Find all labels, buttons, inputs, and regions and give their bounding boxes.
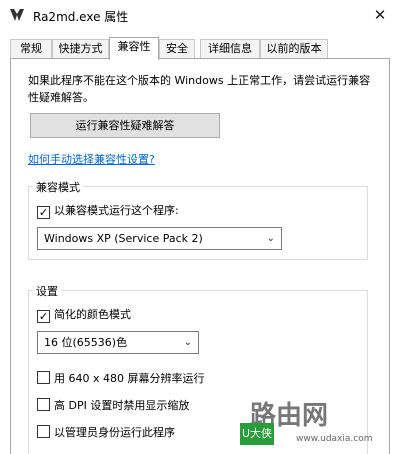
checkbox-check-icon: ✓ — [37, 206, 50, 219]
window-title: Ra2md.exe 属性 — [33, 10, 129, 24]
resolution-640-label: 用 640 x 480 屏幕分辨率运行 — [54, 372, 205, 385]
tab-general[interactable]: 常规 — [10, 39, 52, 59]
tab-strip: 常规 快捷方式 兼容性 安全 详细信息 以前的版本 — [10, 37, 390, 60]
tab-details[interactable]: 详细信息 — [200, 39, 260, 59]
intro-text: 如果此程序不能在这个版本的 Windows 上正常工作，请尝试运行兼容性疑难解答… — [28, 74, 371, 104]
os-version-select[interactable]: Windows XP (Service Pack 2) ⌄ — [37, 227, 282, 250]
watermark-logo: U大侠 — [240, 423, 274, 445]
chevron-down-icon: ⌄ — [183, 337, 192, 348]
compat-mode-checkbox[interactable]: ✓ 以兼容模式运行这个程序: — [37, 202, 179, 219]
checkbox-check-icon: ✓ — [37, 310, 50, 323]
color-depth-select[interactable]: 16 位(65536)色 ⌄ — [37, 331, 199, 354]
reduced-color-checkbox[interactable]: ✓ 简化的颜色模式 — [37, 306, 131, 323]
tab-shortcut[interactable]: 快捷方式 — [52, 39, 109, 59]
high-dpi-label: 高 DPI 设置时禁用显示缩放 — [54, 399, 190, 412]
resolution-640-checkbox[interactable]: 用 640 x 480 屏幕分辨率运行 — [37, 370, 205, 386]
reduced-color-label: 简化的颜色模式 — [54, 308, 131, 321]
compat-mode-checkbox-label: 以兼容模式运行这个程序: — [54, 204, 179, 217]
app-icon — [10, 9, 24, 21]
checkbox-empty — [37, 425, 50, 438]
title-bar: Ra2md.exe 属性 ✕ — [0, 0, 400, 30]
run-as-admin-label: 以管理员身份运行此程序 — [54, 426, 175, 439]
close-button[interactable]: ✕ — [370, 6, 390, 24]
watermark: 路由网 U大侠 www.udaxia.com — [236, 393, 396, 451]
tab-compatibility[interactable]: 兼容性 — [109, 37, 159, 60]
checkbox-empty — [37, 398, 50, 411]
manual-settings-link[interactable]: 如何手动选择兼容性设置? — [28, 151, 155, 167]
high-dpi-checkbox[interactable]: 高 DPI 设置时禁用显示缩放 — [37, 397, 189, 413]
tab-security[interactable]: 安全 — [159, 39, 195, 59]
chevron-down-icon: ⌄ — [266, 233, 275, 244]
os-version-value: Windows XP (Service Pack 2) — [44, 232, 203, 245]
checkbox-empty — [37, 371, 50, 384]
watermark-url: www.udaxia.com — [296, 434, 373, 444]
compat-mode-label: 兼容模式 — [33, 179, 83, 195]
troubleshoot-button[interactable]: 运行兼容性疑难解答 — [30, 113, 220, 138]
tab-previous-versions[interactable]: 以前的版本 — [260, 39, 328, 59]
run-as-admin-checkbox[interactable]: 以管理员身份运行此程序 — [37, 424, 175, 440]
color-depth-value: 16 位(65536)色 — [44, 336, 128, 349]
settings-group-label: 设置 — [33, 283, 61, 299]
